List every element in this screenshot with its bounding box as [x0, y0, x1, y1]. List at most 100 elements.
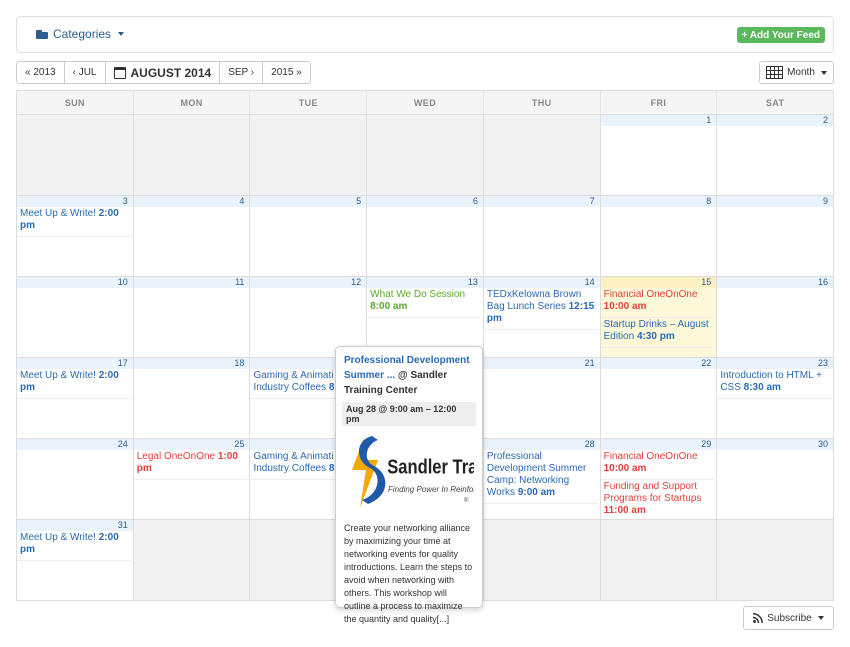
- calendar-event[interactable]: Meet Up & Write! 2:00 pm: [17, 207, 131, 237]
- day-cell[interactable]: 28 Professional Development Summer Camp: …: [483, 439, 601, 519]
- day-cell[interactable]: 23 Introduction to HTML + CSS 8:30 am: [717, 358, 834, 438]
- subscribe-label: Subscribe: [767, 612, 812, 624]
- day-cell[interactable]: 17 Meet Up & Write! 2:00 pm: [17, 358, 134, 438]
- day-number[interactable]: 3: [17, 196, 133, 207]
- day-cell[interactable]: 30: [717, 439, 834, 519]
- day-cell[interactable]: 8: [600, 196, 718, 276]
- day-number[interactable]: 6: [367, 196, 483, 207]
- day-cell[interactable]: [133, 520, 251, 600]
- event-time: 10:00 am: [603, 463, 647, 474]
- event-title: TEDxKelowna Brown Bag Lunch Series: [486, 289, 582, 312]
- day-number[interactable]: 18: [133, 358, 250, 369]
- weekday-label: MON: [134, 91, 251, 114]
- day-number[interactable]: 13: [367, 277, 483, 288]
- next-year-button[interactable]: 2015 »: [262, 61, 311, 84]
- day-number[interactable]: 25: [133, 439, 250, 450]
- day-number[interactable]: 14: [483, 277, 600, 288]
- add-feed-button[interactable]: + Add Your Feed: [736, 27, 825, 43]
- event-title: Gaming & Animati Industry Coffees: [253, 370, 334, 393]
- calendar-event[interactable]: Professional Development Summer Camp: Ne…: [483, 450, 598, 504]
- weekday-label: WED: [367, 91, 484, 114]
- day-cell[interactable]: 22: [600, 358, 718, 438]
- prev-year-button[interactable]: « 2013: [16, 61, 65, 84]
- day-number[interactable]: 17: [17, 358, 133, 369]
- day-number[interactable]: 5: [250, 196, 367, 207]
- day-number[interactable]: 28: [483, 439, 600, 450]
- day-number[interactable]: 12: [250, 277, 367, 288]
- day-cell[interactable]: [367, 115, 484, 195]
- prev-month-button[interactable]: ‹ JUL: [63, 61, 106, 84]
- day-cell[interactable]: [600, 520, 718, 600]
- day-number[interactable]: 29: [600, 439, 717, 450]
- day-cell[interactable]: 15 Financial OneOnOne 10:00 am Startup Dri…: [600, 277, 718, 357]
- day-cell[interactable]: [133, 115, 251, 195]
- day-cell[interactable]: 14 TEDxKelowna Brown Bag Lunch Series 12:…: [483, 277, 601, 357]
- top-toolbar: Categories + Add Your Feed: [16, 16, 834, 53]
- subscribe-dropdown[interactable]: Subscribe: [743, 606, 834, 630]
- day-cell[interactable]: [483, 520, 601, 600]
- day-cell[interactable]: 12: [250, 277, 368, 357]
- day-cell[interactable]: 1: [600, 115, 718, 195]
- event-time: 4:30 pm: [636, 331, 675, 342]
- day-number[interactable]: 22: [600, 358, 717, 369]
- day-cell[interactable]: 25 Legal OneOnOne 1:00 pm: [133, 439, 251, 519]
- day-number[interactable]: 10: [17, 277, 133, 288]
- day-number[interactable]: 15: [600, 277, 717, 288]
- day-cell[interactable]: [717, 520, 834, 600]
- day-number[interactable]: 24: [17, 439, 133, 450]
- view-switcher-dropdown[interactable]: Month: [759, 61, 834, 84]
- day-cell[interactable]: 13 What We Do Session 8:00 am: [367, 277, 484, 357]
- event-time: 10:00 am: [603, 301, 647, 312]
- day-number[interactable]: 7: [483, 196, 600, 207]
- calendar-event[interactable]: Financial OneOnOne 10:00 am: [600, 288, 715, 318]
- day-number[interactable]: 8: [600, 196, 717, 207]
- calendar-event[interactable]: Financial OneOnOne 10:00 am: [600, 450, 715, 480]
- current-month-button[interactable]: AUGUST 2014: [104, 61, 221, 84]
- calendar-event[interactable]: Legal OneOnOne 1:00 pm: [133, 450, 248, 480]
- day-number[interactable]: 4: [133, 196, 250, 207]
- day-number[interactable]: 23: [717, 358, 834, 369]
- day-number[interactable]: 30: [717, 439, 834, 450]
- weekday-label: FRI: [601, 91, 718, 114]
- day-number[interactable]: 9: [717, 196, 834, 207]
- event-title: Financial OneOnOne: [603, 289, 698, 300]
- day-cell[interactable]: 11: [133, 277, 251, 357]
- calendar-event[interactable]: Funding and Support Programs for Startup…: [600, 480, 715, 522]
- day-cell[interactable]: 9: [717, 196, 834, 276]
- calendar-event[interactable]: Startup Drinks – August Edition 4:30 pm: [600, 318, 715, 348]
- day-cell[interactable]: 4: [133, 196, 251, 276]
- day-number[interactable]: 1: [600, 115, 717, 126]
- day-cell[interactable]: 24: [17, 439, 134, 519]
- current-month-label: AUGUST 2014: [130, 65, 212, 80]
- day-number[interactable]: 21: [483, 358, 600, 369]
- day-cell[interactable]: 29 Financial OneOnOne 10:00 am Funding and…: [600, 439, 718, 522]
- day-number[interactable]: 11: [133, 277, 250, 288]
- rss-icon: [753, 613, 764, 623]
- day-cell[interactable]: 10: [17, 277, 134, 357]
- day-cell[interactable]: 2: [717, 115, 834, 195]
- categories-dropdown[interactable]: Categories: [36, 27, 125, 41]
- day-number[interactable]: 2: [717, 115, 834, 126]
- day-cell[interactable]: [17, 115, 134, 195]
- popup-title[interactable]: Professional Development Summer ... @ Sa…: [344, 353, 474, 398]
- calendar-event[interactable]: Introduction to HTML + CSS 8:30 am: [717, 369, 832, 399]
- event-time: 9:00 am: [517, 487, 556, 498]
- day-cell[interactable]: 7: [483, 196, 601, 276]
- day-cell[interactable]: 18: [133, 358, 251, 438]
- day-cell[interactable]: 3 Meet Up & Write! 2:00 pm: [17, 196, 134, 276]
- calendar-event[interactable]: Meet Up & Write! 2:00 pm: [17, 369, 131, 399]
- calendar-event[interactable]: What We Do Session 8:00 am: [367, 288, 481, 318]
- day-number[interactable]: 16: [717, 277, 834, 288]
- day-cell[interactable]: 16: [717, 277, 834, 357]
- calendar-event[interactable]: Meet Up & Write! 2:00 pm: [17, 531, 131, 561]
- next-month-button[interactable]: SEP ›: [219, 61, 264, 84]
- calendar-event[interactable]: TEDxKelowna Brown Bag Lunch Series 12:15…: [483, 288, 598, 330]
- day-cell[interactable]: [250, 115, 368, 195]
- event-time: 8:00 am: [370, 301, 408, 312]
- day-cell[interactable]: 21: [483, 358, 601, 438]
- day-cell[interactable]: 5: [250, 196, 368, 276]
- day-cell[interactable]: [483, 115, 601, 195]
- day-cell[interactable]: 6: [367, 196, 484, 276]
- day-cell[interactable]: 31 Meet Up & Write! 2:00 pm: [17, 520, 134, 600]
- day-number[interactable]: 31: [17, 520, 133, 531]
